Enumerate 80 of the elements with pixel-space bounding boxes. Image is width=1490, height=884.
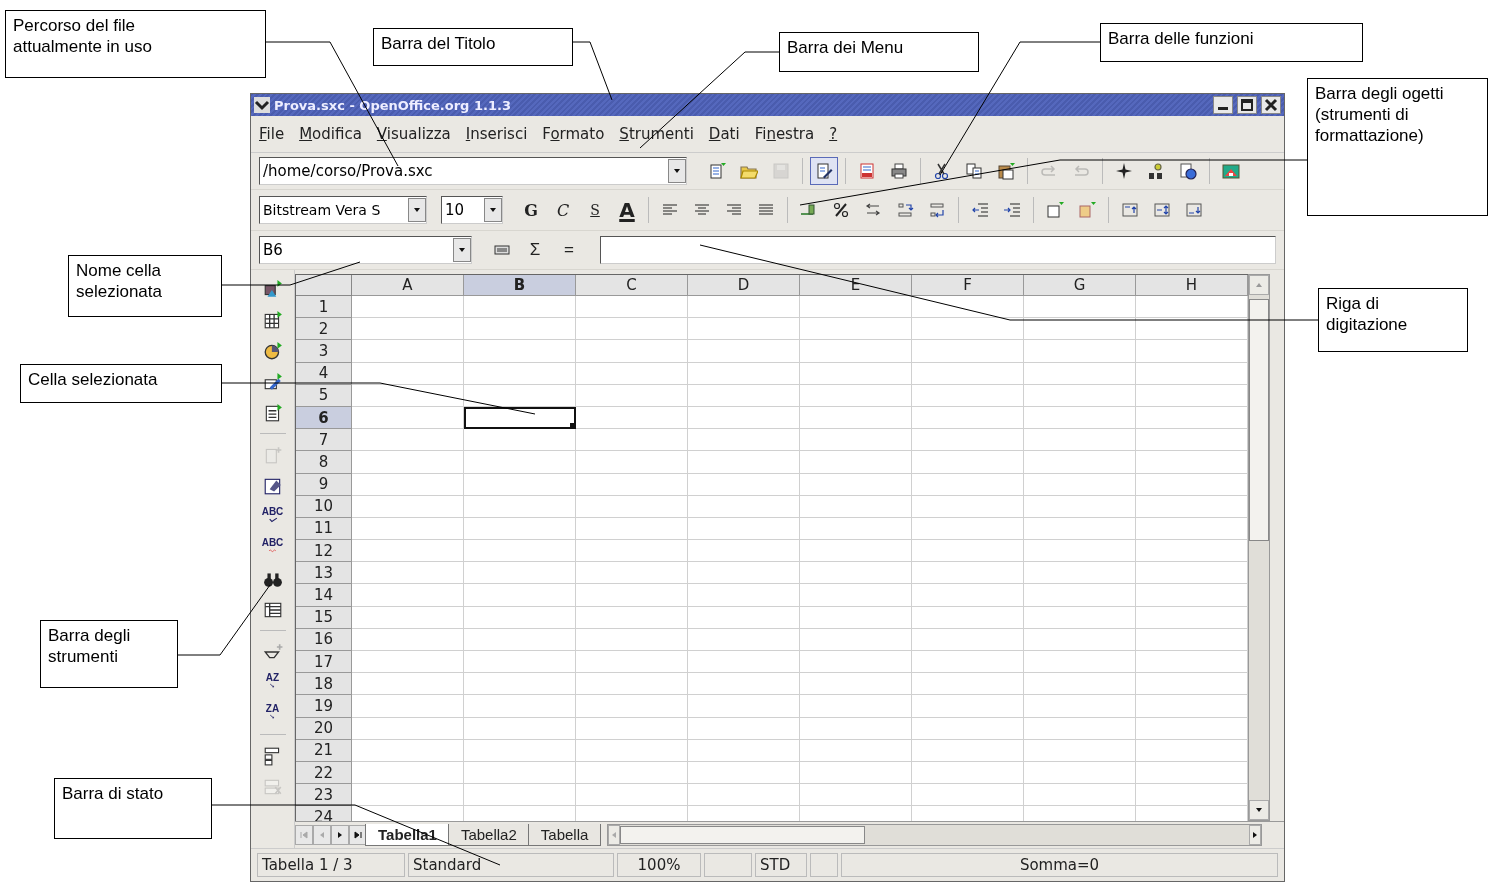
status-panel xyxy=(704,853,752,877)
column-header[interactable]: D xyxy=(688,275,800,296)
row-header[interactable]: 10 xyxy=(296,495,352,518)
status-mode: STD xyxy=(755,853,807,877)
menu-item[interactable]: Inserisci xyxy=(465,125,528,143)
row-header[interactable]: 17 xyxy=(296,651,352,674)
selected-cell[interactable] xyxy=(464,406,576,430)
menu-item[interactable]: Modifica xyxy=(299,125,362,143)
callout: Percorso del file attualmente in uso xyxy=(5,10,266,78)
status-page-style: Standard xyxy=(408,853,614,877)
row-header[interactable]: 14 xyxy=(296,584,352,607)
color-button[interactable]: A xyxy=(613,196,641,224)
column-header[interactable]: B xyxy=(464,275,576,296)
caret-icon[interactable] xyxy=(408,198,426,222)
callout: Cella selezionata xyxy=(20,364,222,403)
sheet-tab[interactable]: Tabella xyxy=(527,824,602,846)
menu-item[interactable]: Formato xyxy=(542,125,605,143)
column-header[interactable]: G xyxy=(1024,275,1136,296)
next-sheet-button[interactable] xyxy=(331,825,349,845)
function-button[interactable]: = xyxy=(554,236,584,264)
menu-item[interactable]: File xyxy=(259,125,285,143)
italic-button[interactable]: C xyxy=(549,196,577,224)
row-header[interactable]: 16 xyxy=(296,628,352,651)
chevron-icon[interactable] xyxy=(254,97,270,113)
callout: Barra degli ogetti (strumenti di formattazione) xyxy=(1307,78,1488,216)
row-header[interactable]: 21 xyxy=(296,739,352,762)
row-header[interactable]: 19 xyxy=(296,695,352,718)
row-header[interactable]: 12 xyxy=(296,540,352,563)
status-sum: Somma=0 xyxy=(841,853,1278,877)
underline-button[interactable]: S xyxy=(581,196,609,224)
font-name-dropdown[interactable]: Bitstream Vera S xyxy=(259,196,427,224)
menu-item[interactable]: Finestra xyxy=(754,125,815,143)
callout: Barra del Titolo xyxy=(373,28,573,66)
row-header[interactable]: 5 xyxy=(296,384,352,407)
font-size-dropdown[interactable]: 10 xyxy=(441,196,503,224)
callout: Barra degli strumenti xyxy=(40,620,178,688)
leader-line xyxy=(572,41,613,101)
row-header[interactable]: 20 xyxy=(296,717,352,740)
row-header[interactable]: 1 xyxy=(296,296,352,319)
row-header[interactable]: 8 xyxy=(296,451,352,474)
row-header[interactable]: 2 xyxy=(296,318,352,341)
input-line-field[interactable] xyxy=(600,236,1276,264)
bold-button[interactable]: G xyxy=(517,196,545,224)
caret-icon[interactable] xyxy=(668,159,686,183)
row-header[interactable]: 23 xyxy=(296,784,352,807)
menu-item[interactable]: Dati xyxy=(708,125,740,143)
row-header[interactable]: 11 xyxy=(296,517,352,541)
row-header[interactable]: 13 xyxy=(296,562,352,585)
url-dropdown[interactable]: /home/corso/Prova.sxc xyxy=(259,157,687,185)
caret-icon[interactable] xyxy=(484,198,502,222)
sheet-tab[interactable]: Tabella2 xyxy=(447,824,530,846)
vertical-scrollbar[interactable] xyxy=(1248,274,1270,821)
row-header[interactable]: 22 xyxy=(296,761,352,785)
column-header[interactable]: H xyxy=(1136,275,1248,296)
callout: Barra dei Menu xyxy=(779,32,979,72)
status-sheet: Tabella 1 / 3 xyxy=(257,853,405,877)
cell-name-box[interactable]: B6 xyxy=(259,236,472,264)
row-header[interactable]: 9 xyxy=(296,473,352,496)
row-header[interactable]: 3 xyxy=(296,340,352,363)
callout: Riga di digitazione xyxy=(1318,288,1468,352)
column-header[interactable]: C xyxy=(576,275,688,296)
row-header[interactable]: 24 xyxy=(296,806,352,821)
callout: Nome cella selezionata xyxy=(68,255,222,317)
status-zoom: 100% xyxy=(617,853,701,877)
row-header[interactable]: 15 xyxy=(296,606,352,629)
select-all-corner[interactable] xyxy=(296,275,352,296)
row-header[interactable]: 18 xyxy=(296,673,352,696)
status-panel xyxy=(810,853,838,877)
column-header[interactable]: A xyxy=(352,275,464,296)
edit-document-icon[interactable] xyxy=(810,157,838,185)
last-icon[interactable] xyxy=(353,830,363,840)
row-header[interactable]: 7 xyxy=(296,429,352,452)
column-header[interactable]: F xyxy=(912,275,1024,296)
caret-icon[interactable] xyxy=(453,238,471,262)
callout: Barra delle funzioni xyxy=(1100,23,1363,62)
menu-item[interactable]: ? xyxy=(829,125,838,143)
row-header[interactable]: 6 xyxy=(296,406,352,430)
sum-button[interactable]: Σ xyxy=(520,236,550,264)
horizontal-scrollbar[interactable] xyxy=(607,824,1262,846)
callout: Barra di stato xyxy=(54,778,212,839)
